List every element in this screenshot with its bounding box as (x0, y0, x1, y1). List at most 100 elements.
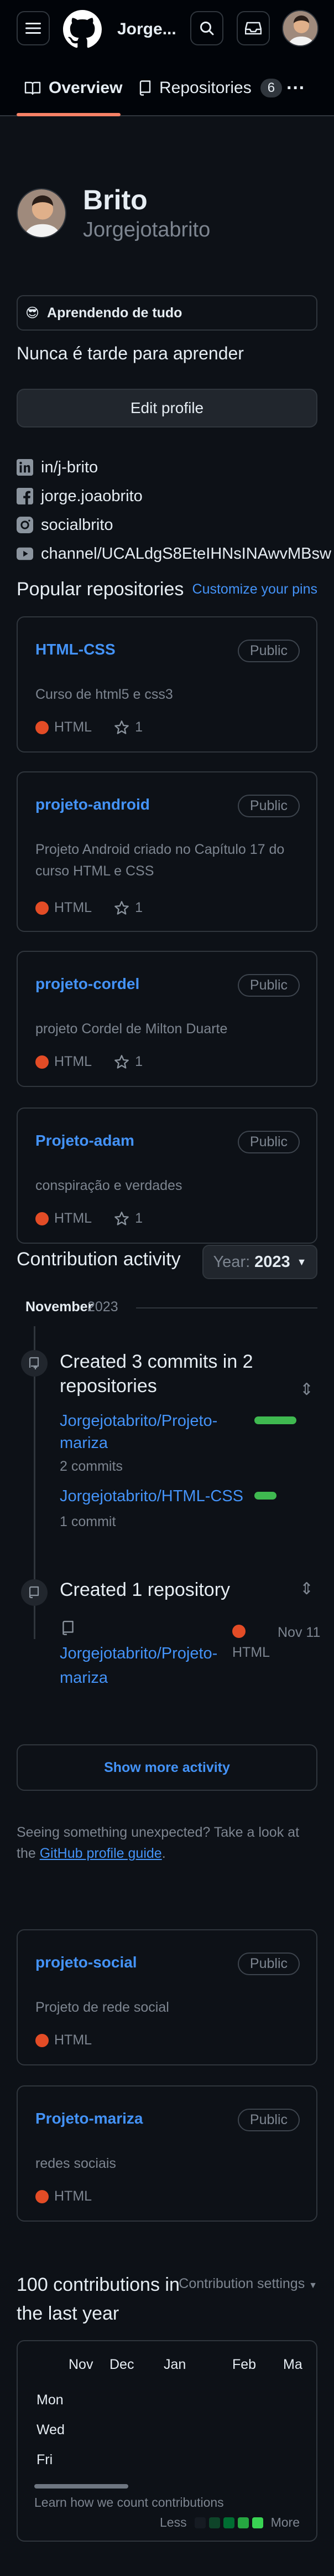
visibility-badge: Public (237, 1952, 300, 1975)
visibility-badge: Public (237, 640, 300, 662)
legend-level-2 (223, 2517, 234, 2528)
commit-repo-link[interactable]: Jorgejotabrito/HTML-CSS (60, 1487, 243, 1506)
repo-stars: 1 (135, 1054, 143, 1069)
facebook-text: jorge.joaobrito (41, 487, 143, 505)
month-label: Dec (109, 2357, 134, 2372)
repo-card[interactable]: projeto-android Public Projeto Android cri… (17, 771, 317, 932)
day-label: Wed (36, 2422, 65, 2438)
instagram-icon (17, 517, 33, 533)
created-repo-language: HTML (232, 1645, 270, 1660)
visibility-badge: Public (237, 2109, 300, 2131)
commit-event-icon (21, 1350, 48, 1377)
social-link-linkedin[interactable]: in/j-brito (17, 453, 331, 482)
guide-period: . (161, 1846, 166, 1861)
repo-meta: HTML (35, 2188, 92, 2204)
visibility-badge: Public (237, 1131, 300, 1153)
contribution-activity-title: Contribution activity (17, 1249, 181, 1270)
chevron-down-icon: ▼ (296, 1256, 307, 1268)
star-icon (114, 1054, 129, 1069)
app-header: Jorge... (0, 0, 334, 60)
facebook-icon (17, 488, 33, 504)
status-box[interactable]: 😎 Aprendendo de tudo (17, 295, 317, 331)
repo-card[interactable]: Projeto-mariza Public redes sociais HTML (17, 2085, 317, 2222)
month-divider (136, 1307, 317, 1308)
repo-card[interactable]: projeto-cordel Public projeto Cordel de Mi… (17, 951, 317, 1087)
collapse-created-icon[interactable]: ⇕ (300, 1579, 314, 1599)
legend-more: More (270, 2515, 300, 2529)
contribution-graph: Nov Dec Jan Feb Ma Mon Wed Fri Learn how… (17, 2340, 317, 2542)
language-color-dot (35, 901, 49, 915)
show-more-activity-button[interactable]: Show more activity (17, 1744, 317, 1791)
profile-guide-link[interactable]: GitHub profile guide (40, 1846, 162, 1861)
header-avatar[interactable] (282, 10, 319, 47)
language-color-dot (35, 1212, 49, 1225)
star-icon (114, 900, 129, 915)
youtube-text: channel/UCALdgS8EteIHNsINAwvMBsw (41, 544, 331, 563)
legend-level-0 (194, 2517, 206, 2528)
star-icon (114, 1211, 129, 1225)
repo-stars: 1 (135, 1210, 143, 1226)
tabs-more-button[interactable]: ··· (286, 60, 305, 116)
legend-level-3 (237, 2517, 249, 2528)
repo-card[interactable]: projeto-social Public Projeto de rede soci… (17, 1929, 317, 2065)
customize-pins-link[interactable]: Customize your pins (192, 581, 317, 597)
social-link-instagram[interactable]: socialbrito (17, 511, 331, 539)
month-label: Feb (232, 2357, 257, 2372)
edit-profile-button[interactable]: Edit profile (17, 389, 317, 427)
inbox-button[interactable] (237, 11, 270, 45)
stargazers-link[interactable]: 1 (114, 1054, 143, 1070)
repo-language: HTML (54, 2032, 92, 2048)
month-label: Ma (283, 2357, 302, 2372)
repo-card[interactable]: HTML-CSS Public Curso de html5 e css3 HTML 1 (17, 616, 317, 753)
profile-tabs: Overview Repositories 6 ··· (0, 60, 334, 116)
created-repo-summary: Created 1 repository (60, 1579, 231, 1600)
social-link-youtube[interactable]: channel/UCALdgS8EteIHNsINAwvMBsw (17, 539, 331, 568)
search-button[interactable] (190, 11, 223, 45)
created-repo-link[interactable]: Jorgejotabrito/Projeto-mariza (60, 1641, 226, 1690)
language-color-dot (35, 720, 49, 734)
repo-card[interactable]: Projeto-adam Public conspiração e verdades… (17, 1107, 317, 1244)
month-heading: November (25, 1299, 93, 1315)
collapse-commits-icon[interactable]: ⇕ (300, 1380, 314, 1399)
contribution-settings-button[interactable]: Contribution settings ▼ (179, 2276, 317, 2292)
repo-name-link[interactable]: projeto-android (35, 796, 150, 813)
contribution-settings-label: Contribution settings (179, 2276, 305, 2291)
profile-bio: Nunca é tarde para aprender (17, 343, 244, 363)
stargazers-link[interactable]: 1 (114, 719, 143, 735)
book-icon (24, 81, 41, 95)
linkedin-icon (17, 459, 33, 476)
year-label: Year: (213, 1253, 251, 1271)
commits-summary: Created 3 commits in 2 repositories (60, 1351, 253, 1397)
stargazers-link[interactable]: 1 (114, 900, 143, 916)
repo-name-link[interactable]: projeto-social (35, 1954, 137, 1971)
profile-name: Brito (83, 184, 148, 215)
learn-contributions-link[interactable]: Learn how we count contributions (34, 2495, 224, 2510)
repo-icon (29, 1586, 39, 1599)
popular-repos-title: Popular repositories (17, 579, 184, 600)
search-icon (200, 22, 214, 35)
commit-count[interactable]: 2 commits (60, 1459, 123, 1475)
header-username[interactable]: Jorge... (117, 20, 176, 39)
commit-repo-link[interactable]: Jorgejotabrito/Projeto-mariza (60, 1410, 217, 1454)
repo-stars: 1 (135, 900, 143, 915)
year-select[interactable]: Year: 2023 ▼ (202, 1245, 317, 1279)
menu-button[interactable] (17, 11, 50, 45)
status-emoji: 😎 (25, 305, 40, 321)
tab-overview[interactable]: Overview (24, 60, 122, 116)
tab-repositories[interactable]: Repositories 6 (138, 60, 283, 116)
created-repo-event-icon (21, 1579, 48, 1606)
language-color-dot (232, 1625, 246, 1638)
profile-avatar[interactable] (17, 188, 66, 238)
profile-links: in/j-brito jorge.joaobrito socialbrito c… (17, 453, 331, 568)
github-logo[interactable] (63, 10, 102, 49)
repo-name-link[interactable]: HTML-CSS (35, 641, 116, 658)
social-link-facebook[interactable]: jorge.joaobrito (17, 482, 331, 511)
repo-name-link[interactable]: projeto-cordel (35, 975, 139, 993)
graph-scrollbar[interactable] (34, 2484, 128, 2489)
repo-meta: HTML 1 (35, 1054, 143, 1070)
stargazers-link[interactable]: 1 (114, 1210, 143, 1227)
tab-overview-label: Overview (49, 79, 123, 97)
repo-name-link[interactable]: Projeto-mariza (35, 2110, 143, 2127)
repo-name-link[interactable]: Projeto-adam (35, 1132, 134, 1150)
commit-count[interactable]: 1 commit (60, 1514, 116, 1530)
